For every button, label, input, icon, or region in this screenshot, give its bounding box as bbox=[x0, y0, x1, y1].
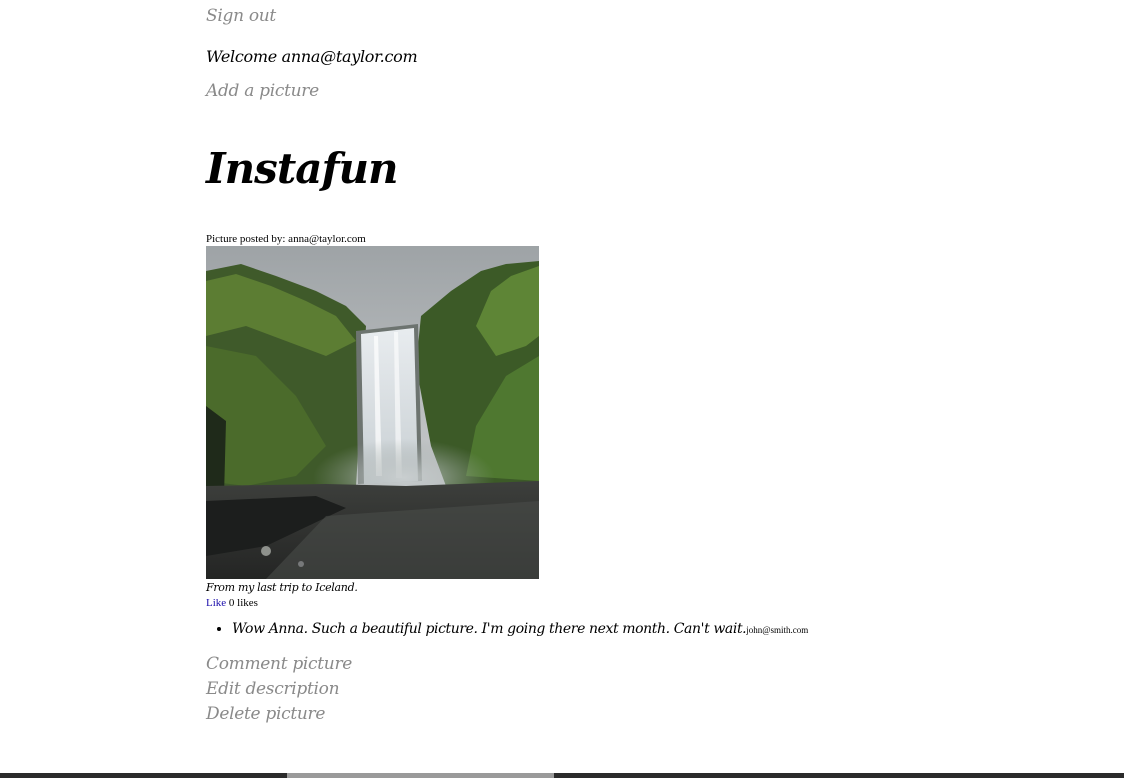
comment-picture-link[interactable]: Comment picture bbox=[206, 652, 352, 677]
taskbar bbox=[0, 773, 1124, 778]
taskbar-active-segment[interactable] bbox=[287, 773, 554, 778]
comment-text: Wow Anna. Such a beautiful picture. I'm … bbox=[232, 621, 747, 637]
add-picture-link[interactable]: Add a picture bbox=[206, 81, 319, 101]
post-actions: Comment picture Edit description Delete … bbox=[206, 652, 352, 727]
posted-by-label: Picture posted by: anna@taylor.com bbox=[206, 233, 366, 245]
comment-author: john@smith.com bbox=[746, 625, 809, 635]
post-caption: From my last trip to Iceland. bbox=[206, 581, 358, 594]
welcome-message: Welcome anna@taylor.com bbox=[206, 47, 418, 66]
comment-item: Wow Anna. Such a beautiful picture. I'm … bbox=[232, 620, 808, 638]
edit-description-link[interactable]: Edit description bbox=[206, 677, 352, 702]
comment-list: Wow Anna. Such a beautiful picture. I'm … bbox=[206, 620, 808, 638]
delete-picture-link[interactable]: Delete picture bbox=[206, 702, 352, 727]
likes-count: 0 likes bbox=[228, 597, 258, 609]
site-title: Instafun bbox=[206, 144, 399, 193]
sign-out-link[interactable]: Sign out bbox=[206, 6, 276, 26]
likes-row: Like 0 likes bbox=[206, 597, 258, 609]
post-photo-waterfall bbox=[206, 246, 539, 579]
like-link[interactable]: Like bbox=[206, 597, 226, 609]
